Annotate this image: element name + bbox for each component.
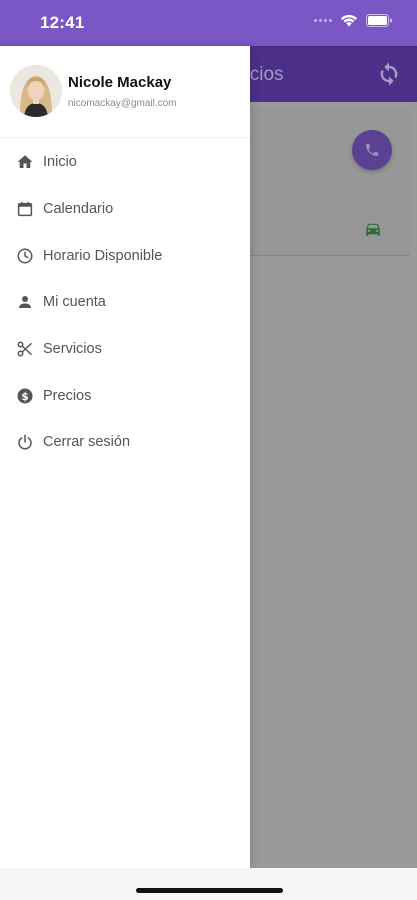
svg-text:$: $ bbox=[21, 391, 28, 403]
service-card[interactable] bbox=[248, 108, 410, 256]
scissors-icon bbox=[16, 340, 34, 358]
menu-item-label: Precios bbox=[43, 387, 92, 404]
phone-icon bbox=[366, 144, 378, 156]
menu-item-cerrar-sesion[interactable]: Cerrar sesión bbox=[0, 419, 250, 466]
menu-item-label: Cerrar sesión bbox=[43, 434, 131, 451]
dollar-icon: $ bbox=[16, 387, 34, 405]
status-bar: 12:41 bbox=[0, 0, 417, 46]
car-icon bbox=[366, 223, 380, 236]
menu-item-label: Servicios bbox=[43, 341, 102, 358]
drawer-menu: Inicio Calendario Horario Disponible Mi … bbox=[0, 139, 250, 466]
avatar[interactable] bbox=[10, 65, 62, 117]
power-icon bbox=[16, 433, 34, 451]
home-indicator[interactable] bbox=[136, 888, 283, 893]
menu-item-inicio[interactable]: Inicio bbox=[0, 139, 250, 186]
clock-icon bbox=[16, 247, 34, 265]
menu-item-label: Horario Disponible bbox=[43, 247, 163, 264]
status-icons bbox=[314, 14, 393, 27]
menu-item-mi-cuenta[interactable]: Mi cuenta bbox=[0, 279, 250, 326]
menu-item-calendario[interactable]: Calendario bbox=[0, 186, 250, 233]
user-email: nicomackay@gmail.com bbox=[68, 98, 177, 109]
navigation-drawer: Nicole Mackay nicomackay@gmail.com Inici… bbox=[0, 46, 250, 868]
calendar-icon bbox=[16, 200, 34, 218]
menu-item-label: Inicio bbox=[43, 154, 77, 171]
refresh-icon[interactable] bbox=[375, 60, 403, 88]
cellular-signal-icon bbox=[314, 19, 332, 22]
menu-item-horario-disponible[interactable]: Horario Disponible bbox=[0, 232, 250, 279]
menu-item-label: Mi cuenta bbox=[43, 294, 106, 311]
menu-item-precios[interactable]: $ Precios bbox=[0, 372, 250, 419]
call-button[interactable] bbox=[352, 130, 392, 170]
user-name: Nicole Mackay bbox=[68, 74, 172, 91]
wifi-icon bbox=[341, 14, 357, 27]
drawer-header: Nicole Mackay nicomackay@gmail.com bbox=[0, 46, 250, 138]
home-indicator-area bbox=[0, 868, 417, 900]
home-icon bbox=[16, 153, 34, 171]
person-icon bbox=[16, 293, 34, 311]
menu-item-label: Calendario bbox=[43, 201, 114, 218]
menu-item-servicios[interactable]: Servicios bbox=[0, 326, 250, 373]
status-time: 12:41 bbox=[40, 13, 85, 32]
battery-icon bbox=[366, 14, 392, 27]
